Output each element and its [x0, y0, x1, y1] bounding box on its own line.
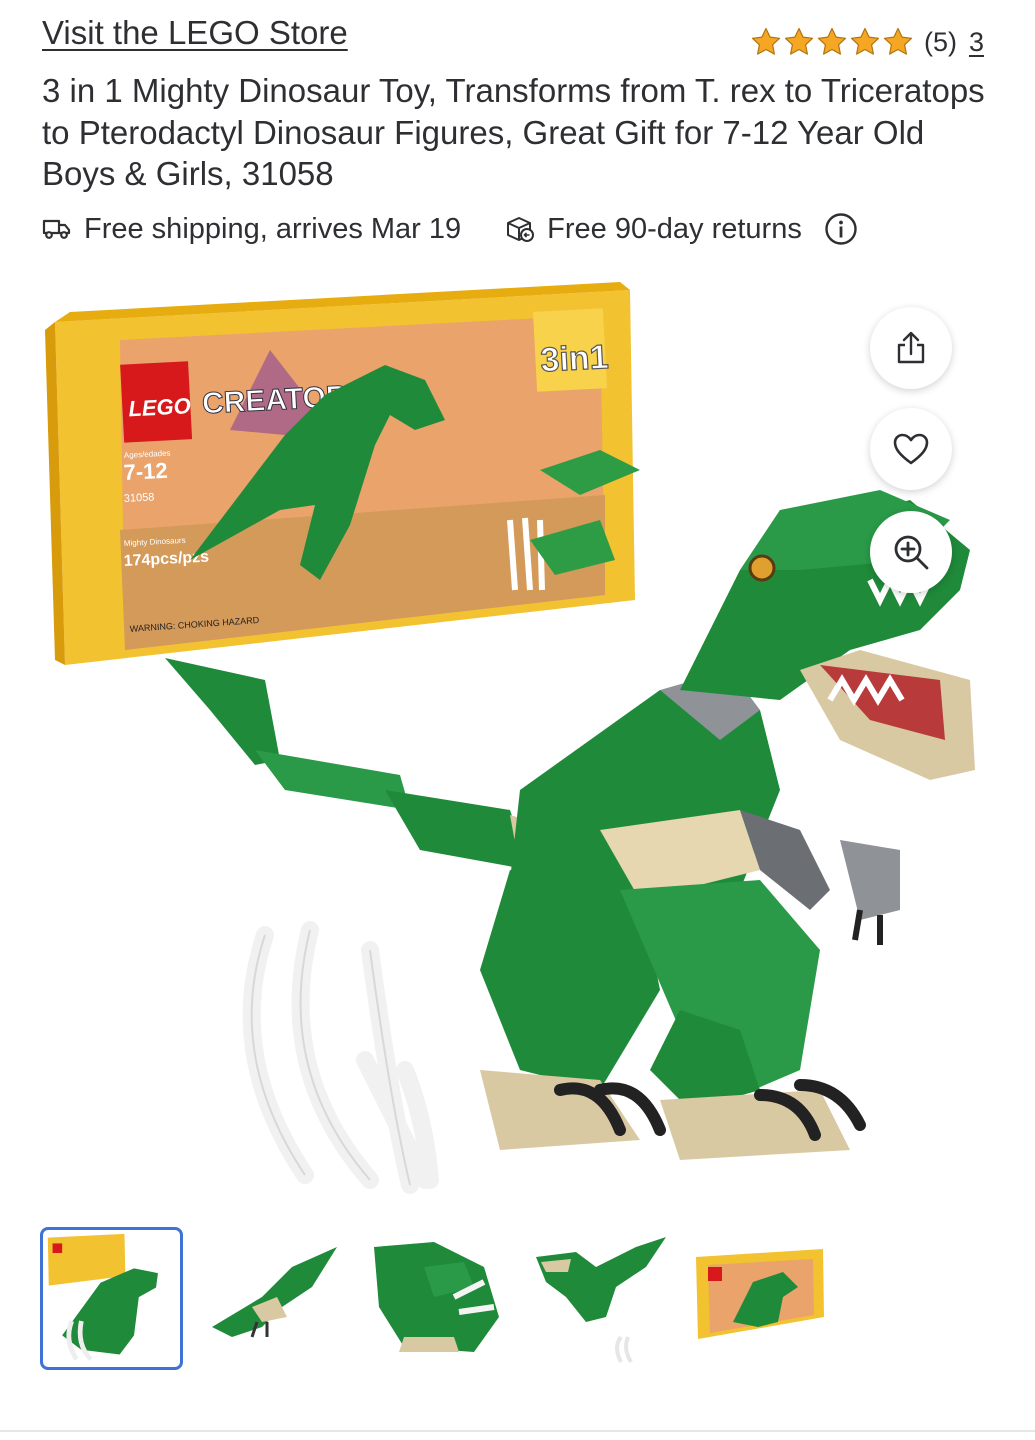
- returns-label: Free 90-day returns: [547, 212, 802, 245]
- share-button[interactable]: [870, 307, 952, 389]
- share-icon: [897, 331, 925, 364]
- review-count-link[interactable]: 3: [969, 27, 984, 58]
- star-icon: [850, 27, 880, 55]
- shipping-label: Free shipping, arrives Mar 19: [84, 212, 462, 245]
- zoom-in-icon: [894, 535, 929, 570]
- favorite-button[interactable]: [870, 408, 952, 490]
- zoom-button[interactable]: [870, 511, 952, 593]
- product-title: 3 in 1 Mighty Dinosaur Toy, Transforms f…: [42, 72, 985, 192]
- image-thumbnails: [40, 1227, 850, 1370]
- header-row: Visit the LEGO Store (5) 3: [42, 12, 992, 58]
- rating-count: (5): [923, 26, 957, 57]
- returns-badge: Free 90-day returns: [505, 212, 870, 246]
- heart-icon: [893, 433, 929, 465]
- star-icon: [883, 27, 913, 55]
- star-rating: [750, 26, 914, 58]
- thumbnail-t-rex-side[interactable]: [526, 1227, 669, 1370]
- box-set-number: 31058: [124, 491, 155, 505]
- shipping-badge: Free shipping, arrives Mar 19: [42, 213, 461, 246]
- divider: [0, 1430, 1035, 1432]
- visit-store-link[interactable]: Visit the LEGO Store: [42, 14, 348, 52]
- return-box-icon: [507, 217, 535, 242]
- thumbnail-box-front[interactable]: [688, 1227, 831, 1370]
- lego-box: LEGO CREATOR Ages/edades 7-12 31058 Migh…: [45, 282, 640, 665]
- box-age: 7-12: [123, 458, 168, 485]
- thumbnail-triceratops[interactable]: [364, 1227, 507, 1370]
- star-icon: [751, 27, 781, 55]
- truck-icon: [42, 219, 71, 239]
- thumbnail-t-rex-with-box[interactable]: [40, 1227, 183, 1370]
- info-icon[interactable]: [824, 212, 858, 246]
- box-3in1-badge: 3in1: [540, 338, 610, 380]
- thumbnail-pterodactyl[interactable]: [202, 1227, 345, 1370]
- rating-summary[interactable]: (5) 3: [750, 26, 984, 58]
- box-brand-text: LEGO: [128, 393, 192, 421]
- product-main-image[interactable]: LEGO CREATOR Ages/edades 7-12 31058 Migh…: [40, 270, 995, 1210]
- product-illustration: LEGO CREATOR Ages/edades 7-12 31058 Migh…: [45, 282, 975, 1194]
- fulfillment-badges: Free shipping, arrives Mar 19 Free 90-da…: [42, 207, 870, 251]
- star-icon: [817, 27, 847, 55]
- star-icon: [784, 27, 814, 55]
